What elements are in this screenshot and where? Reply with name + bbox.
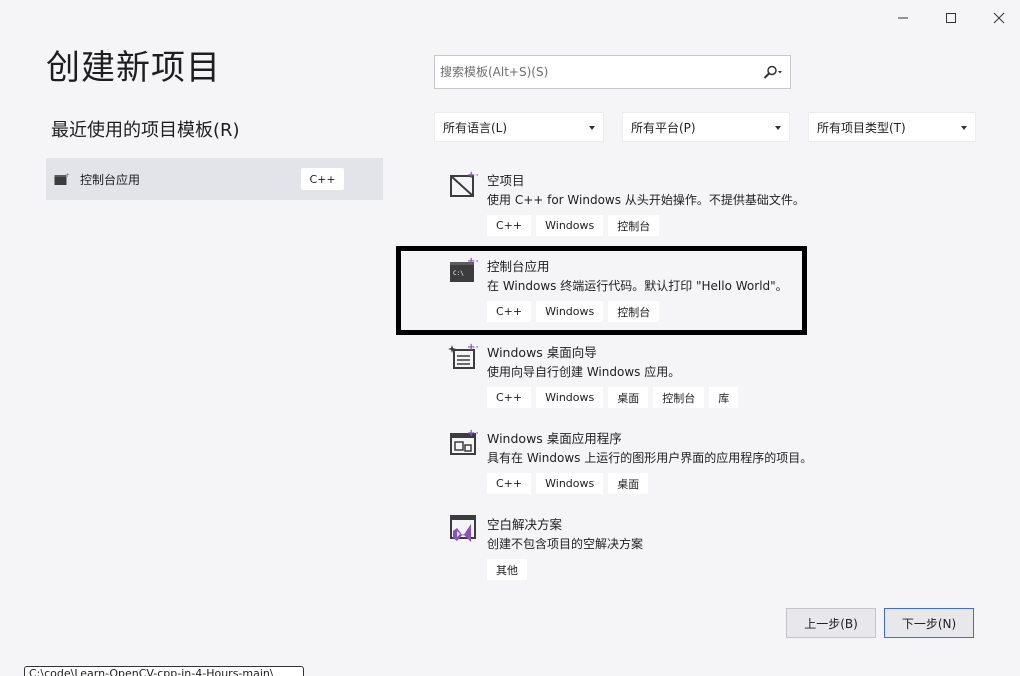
page-title: 创建新项目 bbox=[46, 48, 221, 88]
template-tag: Windows bbox=[536, 215, 604, 236]
svg-text:+: + bbox=[65, 172, 70, 179]
template-tag: C++ bbox=[487, 473, 532, 494]
recent-item-label: 控制台应用 bbox=[80, 172, 141, 187]
chevron-down-icon bbox=[589, 126, 595, 130]
platform-filter-dropdown[interactable]: 所有平台(P) bbox=[622, 112, 790, 142]
console-app-icon: C:\ ++ bbox=[450, 256, 478, 282]
template-name: 空白解决方案 bbox=[487, 517, 563, 532]
next-button[interactable]: 下一步(N) bbox=[884, 608, 974, 638]
chevron-down-icon bbox=[778, 71, 782, 74]
template-tag: 控制台 bbox=[608, 215, 660, 236]
recent-item-language-badge: C++ bbox=[301, 168, 344, 190]
chevron-down-icon bbox=[961, 126, 967, 130]
template-name: 空项目 bbox=[487, 173, 525, 188]
maximize-icon bbox=[946, 13, 956, 23]
blank-solution-icon bbox=[450, 515, 476, 542]
desktop-wizard-icon: ++ bbox=[448, 342, 478, 369]
project-type-filter-dropdown[interactable]: 所有项目类型(T) bbox=[808, 112, 976, 142]
maximize-button[interactable] bbox=[928, 4, 974, 32]
chevron-down-icon bbox=[775, 126, 781, 130]
svg-text:++: ++ bbox=[467, 170, 478, 181]
template-tag: 库 bbox=[709, 387, 739, 408]
template-tag: 其他 bbox=[487, 559, 527, 580]
template-tag: Windows bbox=[536, 473, 604, 494]
template-name: Windows 桌面应用程序 bbox=[487, 431, 622, 446]
template-tag: 桌面 bbox=[608, 387, 649, 408]
project-type-filter-value: 所有项目类型(T) bbox=[817, 120, 906, 135]
template-tag: 控制台 bbox=[608, 301, 660, 322]
recent-templates-heading: 最近使用的项目模板(R) bbox=[51, 120, 240, 141]
svg-text:C:\: C:\ bbox=[453, 270, 464, 277]
search-icon bbox=[763, 65, 782, 79]
template-description: 使用 C++ for Windows 从头开始操作。不提供基础文件。 bbox=[487, 193, 805, 207]
recent-item-console-app[interactable]: + 控制台应用 C++ bbox=[46, 158, 383, 200]
close-icon bbox=[993, 12, 1005, 24]
svg-text:++: ++ bbox=[467, 428, 478, 439]
desktop-app-icon: ++ bbox=[450, 428, 478, 455]
minimize-icon bbox=[898, 17, 908, 19]
back-button[interactable]: 上一步(B) bbox=[786, 608, 876, 638]
template-tag: C++ bbox=[487, 215, 532, 236]
minimize-button[interactable] bbox=[880, 4, 926, 32]
template-desktop-app[interactable]: ++ Windows 桌面应用程序 具有在 Windows 上运行的图形用户界面… bbox=[445, 428, 825, 514]
console-app-icon: + bbox=[54, 172, 70, 185]
template-tag: Windows bbox=[536, 301, 604, 322]
template-description: 创建不包含项目的空解决方案 bbox=[487, 537, 644, 551]
template-tag: C++ bbox=[487, 301, 532, 322]
template-description: 使用向导自行创建 Windows 应用。 bbox=[487, 365, 681, 379]
status-path: C:\code\Learn-OpenCV-cpp-in-4-Hours-main… bbox=[24, 666, 304, 676]
template-desktop-wizard[interactable]: ++ Windows 桌面向导 使用向导自行创建 Windows 应用。 C++… bbox=[445, 342, 825, 428]
template-empty-project[interactable]: ++ 空项目 使用 C++ for Windows 从头开始操作。不提供基础文件… bbox=[445, 170, 825, 256]
close-button[interactable] bbox=[976, 4, 1020, 32]
svg-text:++: ++ bbox=[467, 342, 478, 353]
template-tag: 控制台 bbox=[653, 387, 705, 408]
language-filter-value: 所有语言(L) bbox=[443, 120, 508, 135]
platform-filter-value: 所有平台(P) bbox=[631, 120, 696, 135]
template-tag: C++ bbox=[487, 387, 532, 408]
template-console-app[interactable]: C:\ ++ 控制台应用 在 Windows 终端运行代码。默认打印 "Hell… bbox=[445, 256, 825, 342]
template-name: 控制台应用 bbox=[487, 259, 550, 274]
language-filter-dropdown[interactable]: 所有语言(L) bbox=[434, 112, 604, 142]
template-tag: 桌面 bbox=[608, 473, 649, 494]
template-search-input[interactable] bbox=[435, 56, 756, 88]
template-description: 在 Windows 终端运行代码。默认打印 "Hello World"。 bbox=[487, 279, 788, 293]
template-description: 具有在 Windows 上运行的图形用户界面的应用程序的项目。 bbox=[487, 451, 813, 465]
template-name: Windows 桌面向导 bbox=[487, 345, 597, 360]
template-search-box[interactable] bbox=[434, 55, 791, 89]
search-options-button[interactable] bbox=[756, 56, 790, 88]
empty-project-icon: ++ bbox=[450, 170, 478, 197]
template-blank-solution[interactable]: 空白解决方案 创建不包含项目的空解决方案 其他 bbox=[445, 514, 825, 600]
svg-text:++: ++ bbox=[467, 256, 478, 267]
template-tag: Windows bbox=[536, 387, 604, 408]
